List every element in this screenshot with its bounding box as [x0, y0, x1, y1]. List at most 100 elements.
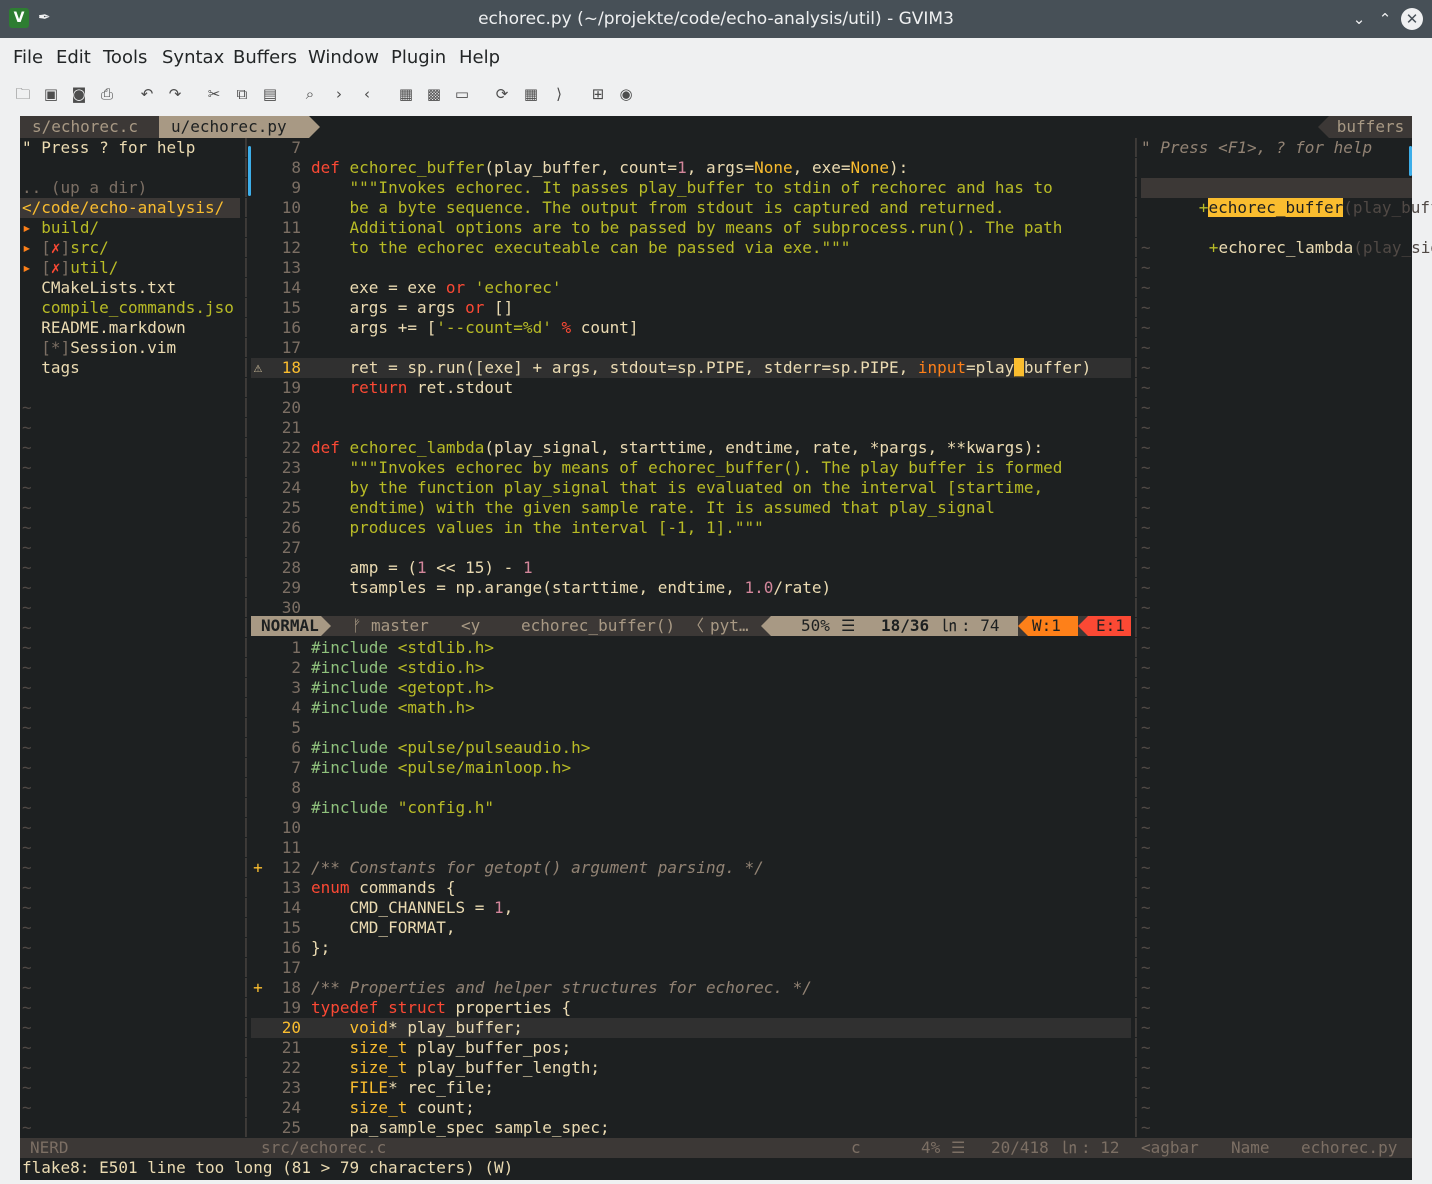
- code-line[interactable]: 17: [251, 958, 1131, 978]
- errors-count[interactable]: E:1: [1088, 616, 1131, 636]
- expand-arrow-icon[interactable]: ▸: [22, 218, 32, 237]
- help-icon[interactable]: ⊞: [588, 84, 608, 104]
- code-line[interactable]: 12 to the echorec executeable can be pas…: [251, 238, 1131, 258]
- tagbar-item-echorec-lambda[interactable]: +echorec_lambda(play_signa: [1151, 218, 1432, 257]
- code-line[interactable]: 23 """Invokes echorec by means of echore…: [251, 458, 1131, 478]
- code-line[interactable]: 10 be a byte sequence. The output from s…: [251, 198, 1131, 218]
- code-line[interactable]: ⚠ 18 ret = sp.run([exe] + args, stdout=sp…: [251, 358, 1131, 378]
- nerdtree-entry[interactable]: ▸ build/: [22, 218, 99, 238]
- code-line[interactable]: 20 void* play_buffer;: [251, 1018, 1131, 1038]
- minimize-icon[interactable]: ⌄: [1348, 8, 1370, 30]
- tagbar-pane[interactable]: " Press <F1>, ? for help +echorec_buffer…: [1141, 138, 1432, 1157]
- code-line[interactable]: 19 typedef struct properties {: [251, 998, 1131, 1018]
- open-icon[interactable]: 🗀: [13, 84, 33, 104]
- code-line[interactable]: 1 #include <stdlib.h>: [251, 638, 1131, 658]
- code-line[interactable]: 11 Additional options are to be passed b…: [251, 218, 1131, 238]
- jump-tag-icon[interactable]: ⟩: [549, 84, 569, 104]
- save-all-icon[interactable]: ◙: [69, 84, 89, 104]
- nerdtree-entry[interactable]: CMakeLists.txt: [22, 278, 176, 298]
- save-session-icon[interactable]: ▩: [424, 84, 444, 104]
- code-line[interactable]: 15 args = args or []: [251, 298, 1131, 318]
- nerdtree-entry[interactable]: tags: [22, 358, 80, 378]
- menu-tools[interactable]: Tools: [103, 47, 147, 68]
- tab-echorec-py[interactable]: u/echorec.py: [159, 116, 309, 138]
- save-icon[interactable]: ▣: [41, 84, 61, 104]
- code-line[interactable]: 23 FILE* rec_file;: [251, 1078, 1131, 1098]
- menu-window[interactable]: Window: [308, 47, 379, 68]
- nerdtree-entry[interactable]: compile_commands.jso: [22, 298, 234, 318]
- nerdtree-entry[interactable]: ▸ [✗]util/: [22, 258, 118, 278]
- print-icon[interactable]: ⎙: [97, 84, 117, 104]
- code-line[interactable]: 7: [251, 138, 1131, 158]
- right-split-separator[interactable]: │ │ │ │ │ │ │ │ │ │ │ │ │ │ │ │ │ │ │ │ …: [1131, 138, 1141, 1138]
- code-line[interactable]: 2 #include <stdio.h>: [251, 658, 1131, 678]
- code-line[interactable]: +18 /** Properties and helper structures …: [251, 978, 1131, 998]
- expand-arrow-icon[interactable]: [22, 318, 32, 337]
- expand-arrow-icon[interactable]: [22, 298, 32, 317]
- expand-arrow-icon[interactable]: ▸: [22, 258, 32, 277]
- expand-arrow-icon[interactable]: [22, 278, 32, 297]
- expand-arrow-icon[interactable]: [22, 338, 32, 357]
- code-line[interactable]: 15 CMD_FORMAT,: [251, 918, 1131, 938]
- nerdtree-pane[interactable]: " Press ? for help .. (up a dir) </code/…: [20, 138, 246, 1157]
- code-line[interactable]: 28 amp = (1 << 15) - 1: [251, 558, 1131, 578]
- code-line[interactable]: 8 def echorec_buffer(play_buffer, count=1…: [251, 158, 1131, 178]
- code-line[interactable]: 7 #include <pulse/mainloop.h>: [251, 758, 1131, 778]
- code-line[interactable]: 4 #include <math.h>: [251, 698, 1131, 718]
- warnings-count[interactable]: W:1: [1028, 616, 1078, 636]
- buffers-label[interactable]: buffers: [1329, 116, 1412, 138]
- code-line[interactable]: 24 size_t count;: [251, 1098, 1131, 1118]
- code-line[interactable]: 9 #include "config.h": [251, 798, 1131, 818]
- code-line[interactable]: 24 by the function play_signal that is e…: [251, 478, 1131, 498]
- code-line[interactable]: 30: [251, 598, 1131, 618]
- nerdtree-root[interactable]: </code/echo-analysis/: [20, 198, 240, 218]
- menu-help[interactable]: Help: [459, 47, 500, 68]
- code-line[interactable]: 10: [251, 818, 1131, 838]
- run-script-icon[interactable]: ▭: [452, 84, 472, 104]
- tagbar-item-echorec-buffer[interactable]: +echorec_buffer(play_buffe: [1141, 178, 1432, 217]
- code-line[interactable]: 27: [251, 538, 1131, 558]
- menu-buffers[interactable]: Buffers: [233, 47, 297, 68]
- code-line[interactable]: 25 endtime) with the given sample rate. …: [251, 498, 1131, 518]
- make-icon[interactable]: ⟳: [492, 84, 512, 104]
- code-line[interactable]: 21: [251, 418, 1131, 438]
- expand-arrow-icon[interactable]: [22, 358, 32, 377]
- code-line[interactable]: 6 #include <pulse/pulseaudio.h>: [251, 738, 1131, 758]
- find-next-icon[interactable]: ›: [329, 84, 349, 104]
- find-help-icon[interactable]: ◉: [616, 84, 636, 104]
- code-line[interactable]: 21 size_t play_buffer_pos;: [251, 1038, 1131, 1058]
- code-line[interactable]: 5: [251, 718, 1131, 738]
- code-line[interactable]: 13: [251, 258, 1131, 278]
- code-line[interactable]: 26 produces values in the interval [-1, …: [251, 518, 1131, 538]
- code-line[interactable]: 19 return ret.stdout: [251, 378, 1131, 398]
- nerdtree-entry[interactable]: README.markdown: [22, 318, 186, 338]
- maximize-icon[interactable]: ⌃: [1374, 8, 1396, 30]
- tab-echorec-c[interactable]: s/echorec.c: [20, 116, 170, 138]
- code-line[interactable]: 20: [251, 398, 1131, 418]
- find-prev-icon[interactable]: ‹: [357, 84, 377, 104]
- tags-icon[interactable]: ▦: [521, 84, 541, 104]
- nerdtree-up-dir[interactable]: .. (up a dir): [22, 178, 147, 198]
- code-line[interactable]: +12 /** Constants for getopt() argument p…: [251, 858, 1131, 878]
- redo-icon[interactable]: ↷: [165, 84, 185, 104]
- menu-edit[interactable]: Edit: [56, 47, 91, 68]
- find-icon[interactable]: ⌕: [300, 84, 320, 104]
- expand-arrow-icon[interactable]: ▸: [22, 238, 32, 257]
- load-session-icon[interactable]: ▦: [396, 84, 416, 104]
- nerdtree-entry[interactable]: ▸ [✗]src/: [22, 238, 109, 258]
- nerdtree-entry[interactable]: [*]Session.vim: [22, 338, 176, 358]
- menu-file[interactable]: File: [13, 47, 43, 68]
- code-line[interactable]: 9 """Invokes echorec. It passes play_buf…: [251, 178, 1131, 198]
- code-line[interactable]: 11: [251, 838, 1131, 858]
- undo-icon[interactable]: ↶: [137, 84, 157, 104]
- code-line[interactable]: 14 CMD_CHANNELS = 1,: [251, 898, 1131, 918]
- code-line[interactable]: 22 def echorec_lambda(play_signal, startt…: [251, 438, 1131, 458]
- cut-icon[interactable]: ✂: [204, 84, 224, 104]
- menu-plugin[interactable]: Plugin: [391, 47, 446, 68]
- code-line[interactable]: 13 enum commands {: [251, 878, 1131, 898]
- code-line[interactable]: 25 pa_sample_spec sample_spec;: [251, 1118, 1131, 1138]
- code-line[interactable]: 16};: [251, 938, 1131, 958]
- close-icon[interactable]: ✕: [1401, 8, 1423, 30]
- code-line[interactable]: 17: [251, 338, 1131, 358]
- code-line[interactable]: 8: [251, 778, 1131, 798]
